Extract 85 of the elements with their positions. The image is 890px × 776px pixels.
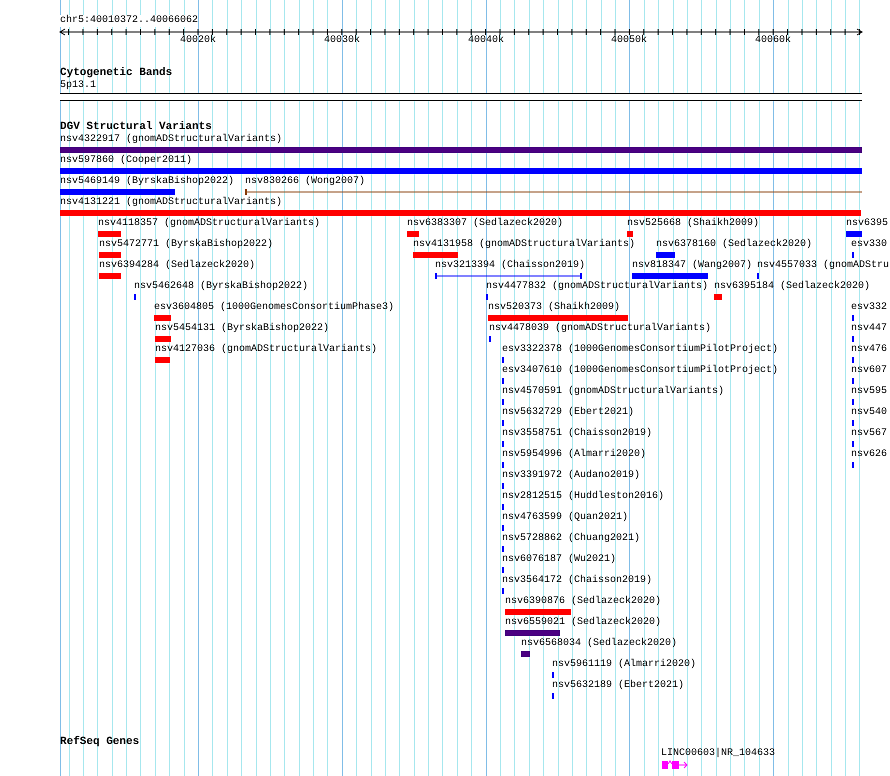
tick-label: 40030k [322, 35, 361, 47]
variant-line[interactable] [245, 189, 862, 195]
variant-label[interactable]: nsv6383307 (Sedlazeck2020) [407, 218, 564, 230]
variant-label[interactable]: nsv6559021 (Sedlazeck2020) [505, 617, 662, 629]
variant-bar[interactable] [656, 252, 675, 258]
variant-bar[interactable] [488, 315, 628, 321]
location-label: chr5:40010372..40066062 [60, 15, 198, 27]
gene-drawing[interactable] [662, 760, 688, 770]
variant-label[interactable]: nsv5632189 (Ebert2021) [552, 680, 684, 692]
variant-label[interactable]: nsv5462648 (ByrskaBishop2022) [134, 281, 308, 293]
variant-label[interactable]: nsv6568034 (Sedlazeck2020) [521, 638, 678, 650]
variant-bar[interactable] [632, 273, 708, 279]
variant-label[interactable]: nsv4118357 (gnomADStructuralVariants) [98, 218, 320, 230]
variant-bar[interactable] [155, 357, 170, 363]
variant-bar[interactable] [521, 651, 530, 657]
band-label: 5p13.1 [60, 80, 96, 92]
variant-label[interactable]: nsv4557033 (gnomADStru [757, 260, 890, 272]
variant-label[interactable]: esv330 [851, 239, 888, 251]
variant-label[interactable]: nsv818347 (Wang2007) [632, 260, 752, 272]
tick-label: 40060k [754, 35, 792, 47]
variant-bar[interactable] [60, 168, 862, 174]
variant-label[interactable]: nsv626 [851, 449, 888, 461]
variant-bar[interactable] [413, 252, 458, 258]
variant-label[interactable]: nsv595 [851, 386, 888, 398]
tick-label: 40040k [466, 35, 505, 47]
variant-label[interactable]: nsv4127036 (gnomADStructuralVariants) [155, 344, 378, 356]
variant-label[interactable]: nsv3391972 (Audano2019) [502, 470, 640, 482]
variant-bar[interactable] [99, 273, 121, 279]
variant-label[interactable]: esv3407610 (1000GenomesConsortiumPilotProject) [502, 365, 778, 377]
track-title: DGV Structural Variants [60, 121, 212, 134]
variant-label[interactable]: nsv3558751 (Chaisson2019) [502, 428, 652, 440]
variant-label[interactable]: nsv540 [851, 407, 888, 419]
tick-label: 40050k [610, 35, 648, 47]
variant-bar[interactable] [98, 231, 121, 237]
variant-label[interactable]: nsv4322917 (gnomADStructuralVariants) [60, 134, 282, 146]
variant-label[interactable]: nsv6390876 (Sedlazeck2020) [505, 596, 662, 608]
variant-label[interactable]: nsv6378160 (Sedlazeck2020) [656, 239, 812, 251]
variant-label[interactable]: nsv447 [851, 323, 888, 335]
variant-label[interactable]: nsv830266 (Wong2007) [245, 176, 366, 188]
variant-label[interactable]: nsv2812515 (Huddleston2016) [502, 491, 664, 503]
variant-label[interactable]: nsv6394284 (Sedlazeck2020) [99, 260, 256, 272]
variant-label[interactable]: nsv4763599 (Quan2021) [502, 512, 628, 524]
variant-bar[interactable] [60, 147, 862, 153]
variant-label[interactable]: nsv4131221 (gnomADStructuralVariants) [60, 197, 282, 209]
variant-bar[interactable] [60, 210, 861, 216]
variant-label[interactable]: nsv5961119 (Almarri2020) [552, 659, 696, 671]
variant-bar[interactable] [714, 294, 722, 300]
variant-label[interactable]: nsv4570591 (gnomADStructuralVariants) [502, 386, 724, 398]
variant-bar[interactable] [155, 336, 171, 342]
variant-bar[interactable] [505, 609, 571, 615]
variant-label[interactable]: nsv476 [851, 344, 888, 356]
variant-bar[interactable] [846, 231, 862, 237]
variant-label[interactable]: esv332 [851, 302, 888, 314]
gene-label[interactable]: LINC00603|NR_104633 [661, 748, 776, 760]
variant-label[interactable]: nsv607 [851, 365, 888, 377]
variant-label[interactable]: nsv5728862 (Chuang2021) [502, 533, 640, 545]
variant-label[interactable]: nsv4131958 (gnomADStructuralVariants) [413, 239, 636, 251]
variant-label[interactable]: nsv525668 (Shaikh2009) [627, 218, 760, 230]
variant-bar[interactable] [154, 315, 171, 321]
variant-bar[interactable] [99, 252, 121, 258]
variant-label[interactable]: nsv597860 (Cooper2011) [60, 155, 192, 167]
track-title: Cytogenetic Bands [60, 67, 172, 80]
variant-label[interactable]: nsv5469149 (ByrskaBishop2022) [60, 176, 234, 188]
variant-label[interactable]: nsv5454131 (ByrskaBishop2022) [155, 323, 330, 335]
variant-bar[interactable] [505, 630, 560, 636]
variant-label[interactable]: nsv3564172 (Chaisson2019) [502, 575, 652, 587]
variant-label[interactable]: nsv5954996 (Almarri2020) [502, 449, 646, 461]
variant-label[interactable]: nsv5472771 (ByrskaBishop2022) [99, 239, 274, 251]
variant-label[interactable]: nsv567 [851, 428, 888, 440]
tick-label: 40020k [178, 35, 217, 47]
track-title: RefSeq Genes [60, 736, 140, 749]
variant-label[interactable]: nsv5632729 (Ebert2021) [502, 407, 634, 419]
variant-line[interactable] [435, 273, 582, 279]
variant-label[interactable]: nsv6395184 (Sedlazeck2020) [714, 281, 870, 293]
variant-label[interactable]: esv3322378 (1000GenomesConsortiumPilotProject) [502, 344, 778, 356]
variant-label[interactable]: esv3604805 (1000GenomesConsortiumPhase3) [154, 302, 394, 314]
variant-label[interactable]: nsv520373 (Shaikh2009) [488, 302, 620, 314]
variant-label[interactable]: nsv6076187 (Wu2021) [502, 554, 616, 566]
variant-bar[interactable] [407, 231, 419, 237]
variant-label[interactable]: nsv4478039 (gnomADStructuralVariants) [489, 323, 712, 335]
variant-label[interactable]: nsv6395 [846, 218, 888, 230]
variant-label[interactable]: nsv4477832 (gnomADStructuralVariants) [486, 281, 708, 293]
variant-bar[interactable] [60, 189, 175, 195]
variant-label[interactable]: nsv3213394 (Chaisson2019) [435, 260, 586, 272]
variant-bar[interactable] [627, 231, 633, 237]
